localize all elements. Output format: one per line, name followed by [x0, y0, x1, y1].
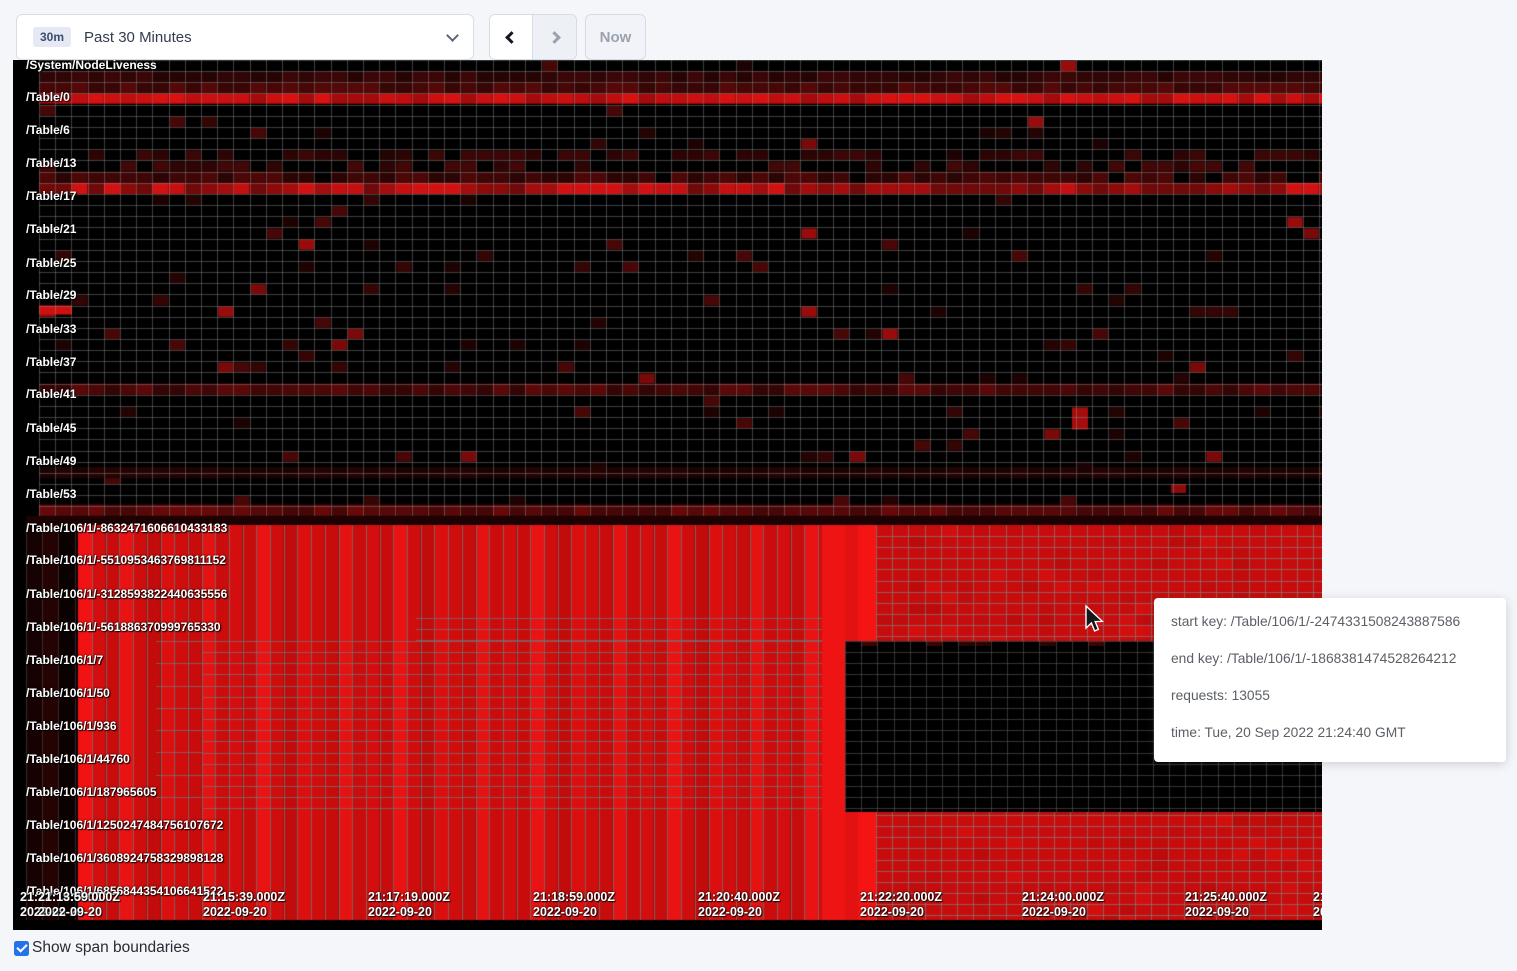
chevron-down-icon: [446, 29, 459, 42]
previous-time-button[interactable]: [490, 15, 533, 59]
time-window-select[interactable]: 30m Past 30 Minutes: [16, 14, 474, 60]
tooltip-line: end key: /Table/106/1/-18683814745282642…: [1171, 651, 1489, 667]
show-span-boundaries-label: Show span boundaries: [32, 939, 190, 957]
time-window-label: Past 30 Minutes: [84, 29, 448, 46]
chevron-left-icon: [505, 31, 518, 44]
next-time-button[interactable]: [533, 15, 576, 59]
tooltip-line: requests: 13055: [1171, 688, 1489, 704]
tooltip-line: start key: /Table/106/1/-247433150824388…: [1171, 614, 1489, 630]
show-span-boundaries-checkbox[interactable]: [14, 941, 29, 956]
now-button[interactable]: Now: [585, 14, 646, 60]
span-boundaries-row: Show span boundaries: [14, 939, 190, 957]
time-nav-group: [489, 14, 577, 60]
key-visualizer: /System/NodeLiveness/Table/0/Table/6/Tab…: [13, 60, 1322, 930]
chevron-right-icon: [548, 31, 561, 44]
time-window-badge: 30m: [33, 27, 71, 47]
tooltip-line: time: Tue, 20 Sep 2022 21:24:40 GMT: [1171, 725, 1489, 741]
key-visualizer-heatmap[interactable]: [13, 60, 1322, 930]
tooltip: start key: /Table/106/1/-247433150824388…: [1154, 598, 1506, 762]
